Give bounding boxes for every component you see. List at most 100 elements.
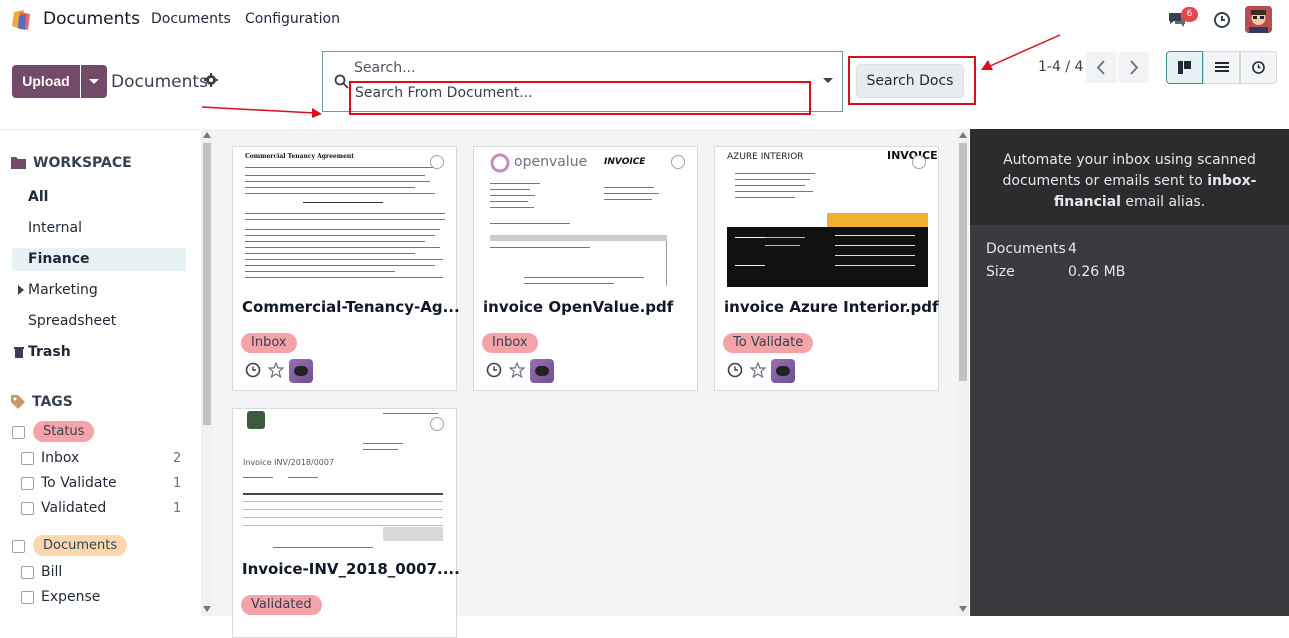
tag-group-checkbox-status[interactable]	[12, 426, 25, 439]
thumb-title: INVOICE	[604, 157, 646, 167]
activity-view-button[interactable]	[1240, 51, 1277, 84]
kanban-scrollbar-thumb[interactable]	[959, 143, 967, 381]
sidebar-item-marketing[interactable]: Marketing	[28, 282, 98, 298]
tag-checkbox-validated[interactable]	[21, 502, 34, 515]
document-tag: Inbox	[241, 333, 297, 353]
thumb-title: Commercial Tenancy Agreement	[245, 153, 355, 160]
pager-next-button[interactable]	[1118, 52, 1149, 83]
gear-icon[interactable]	[204, 73, 218, 87]
folder-icon	[11, 157, 26, 169]
tag-count-to-validate: 1	[173, 476, 182, 491]
pager-value[interactable]: 1-4 / 4	[1038, 59, 1083, 75]
thumb-brand: openvalue	[514, 154, 588, 170]
scroll-up-arrow-icon[interactable]	[959, 132, 967, 138]
clock-icon[interactable]	[245, 362, 261, 378]
owner-avatar	[530, 359, 554, 383]
upload-button[interactable]: Upload	[12, 65, 80, 98]
chevron-right-icon	[1130, 60, 1139, 75]
tag-group-status[interactable]: Status	[33, 421, 95, 442]
sidebar-item-spreadsheet[interactable]: Spreadsheet	[28, 313, 116, 329]
documents-count-label: Documents	[986, 241, 1066, 257]
tag-expense[interactable]: Expense	[41, 589, 100, 605]
clock-icon	[1252, 61, 1265, 74]
sidebar-item-finance[interactable]: Finance	[28, 251, 90, 267]
thumb-brand: AZURE INTERIOR	[727, 152, 804, 162]
upload-dropdown-toggle[interactable]	[81, 65, 107, 98]
select-circle[interactable]	[430, 155, 444, 169]
tag-group-checkbox-documents[interactable]	[12, 540, 25, 553]
annotation-arrow-left	[201, 106, 322, 118]
breadcrumb: Documents	[111, 72, 208, 92]
app-title[interactable]: Documents	[43, 9, 140, 29]
star-icon[interactable]	[268, 362, 284, 378]
star-icon[interactable]	[750, 362, 766, 378]
sidebar-scrollbar-thumb[interactable]	[203, 143, 211, 425]
document-card[interactable]: Commercial Tenancy Agreement Commercial-…	[232, 146, 460, 391]
documents-app-icon[interactable]	[10, 8, 34, 32]
document-thumbnail[interactable]: Commercial Tenancy Agreement	[233, 147, 456, 289]
sidebar-item-all[interactable]: All	[28, 189, 48, 205]
menu-configuration[interactable]: Configuration	[245, 11, 340, 27]
search-options-caret-icon[interactable]	[823, 78, 833, 83]
sidebar-item-internal[interactable]: Internal	[28, 220, 82, 236]
chat-badge: 6	[1181, 7, 1198, 22]
tag-checkbox-inbox[interactable]	[21, 452, 34, 465]
tag-validated[interactable]: Validated	[41, 500, 106, 516]
document-name[interactable]: invoice OpenValue.pdf	[483, 298, 673, 316]
tag-checkbox-bill[interactable]	[21, 566, 34, 579]
list-view-button[interactable]	[1203, 51, 1240, 84]
sidebar-item-trash[interactable]: Trash	[28, 344, 71, 360]
info-text-suffix: email alias.	[1120, 194, 1206, 210]
search-icon	[334, 74, 349, 89]
tag-count-inbox: 2	[173, 451, 182, 466]
chevron-left-icon	[1096, 60, 1105, 75]
annotation-highlight-suggestion	[349, 81, 811, 115]
kanban-view-button[interactable]	[1166, 51, 1203, 84]
top-navbar: Documents Documents Configuration 6	[0, 0, 1289, 40]
tag-checkbox-expense[interactable]	[21, 591, 34, 604]
activity-clock-icon[interactable]	[1213, 11, 1231, 29]
tag-group-documents[interactable]: Documents	[33, 535, 128, 556]
user-avatar[interactable]	[1245, 6, 1272, 33]
pager-previous-button[interactable]	[1086, 52, 1117, 83]
document-card[interactable]: openvalue INVOICE invoice OpenValue.pdf …	[473, 146, 698, 391]
document-thumbnail[interactable]: Invoice INV/2018/0007	[233, 409, 456, 551]
document-name[interactable]: invoice Azure Interior.pdf	[724, 298, 939, 316]
document-tag: To Validate	[723, 333, 814, 353]
tag-inbox[interactable]: Inbox	[41, 450, 79, 466]
tag-bill[interactable]: Bill	[41, 564, 62, 580]
clock-icon[interactable]	[727, 362, 743, 378]
clock-icon[interactable]	[486, 362, 502, 378]
scroll-down-arrow-icon[interactable]	[959, 606, 967, 612]
menu-documents[interactable]: Documents	[151, 11, 231, 27]
size-value: 0.26 MB	[1068, 264, 1126, 280]
select-circle[interactable]	[912, 155, 926, 169]
tag-icon	[11, 395, 25, 409]
workspace-title: WORKSPACE	[33, 155, 132, 171]
search-input[interactable]	[354, 58, 814, 78]
document-card[interactable]: Invoice INV/2018/0007 Invoice-INV_2018_0…	[232, 408, 460, 638]
scroll-down-arrow-icon[interactable]	[203, 606, 211, 612]
inbox-alias-info: Automate your inbox using scanned docume…	[975, 150, 1284, 213]
search-docs-button[interactable]: Search Docs	[856, 64, 964, 98]
trash-icon	[14, 347, 24, 358]
tag-to-validate[interactable]: To Validate	[41, 475, 117, 491]
document-card[interactable]: AZURE INTERIOR INVOICE invoice Azure Int…	[714, 146, 939, 391]
tag-count-validated: 1	[173, 501, 182, 516]
document-thumbnail[interactable]: AZURE INTERIOR INVOICE	[715, 147, 938, 289]
list-icon	[1215, 62, 1229, 72]
select-circle[interactable]	[430, 417, 444, 431]
document-name[interactable]: Invoice-INV_2018_0007....	[242, 560, 460, 578]
document-name[interactable]: Commercial-Tenancy-Ag...	[242, 298, 460, 316]
caret-right-icon[interactable]	[18, 285, 24, 295]
tag-checkbox-to-validate[interactable]	[21, 477, 34, 490]
documents-count-value: 4	[1068, 241, 1077, 257]
document-thumbnail[interactable]: openvalue INVOICE	[474, 147, 697, 289]
kanban-icon	[1178, 61, 1191, 74]
star-icon[interactable]	[509, 362, 525, 378]
select-circle[interactable]	[671, 155, 685, 169]
size-label: Size	[986, 264, 1015, 280]
thumb-title: Invoice INV/2018/0007	[243, 458, 335, 467]
scroll-up-arrow-icon[interactable]	[203, 132, 211, 138]
tags-title: TAGS	[32, 394, 73, 410]
